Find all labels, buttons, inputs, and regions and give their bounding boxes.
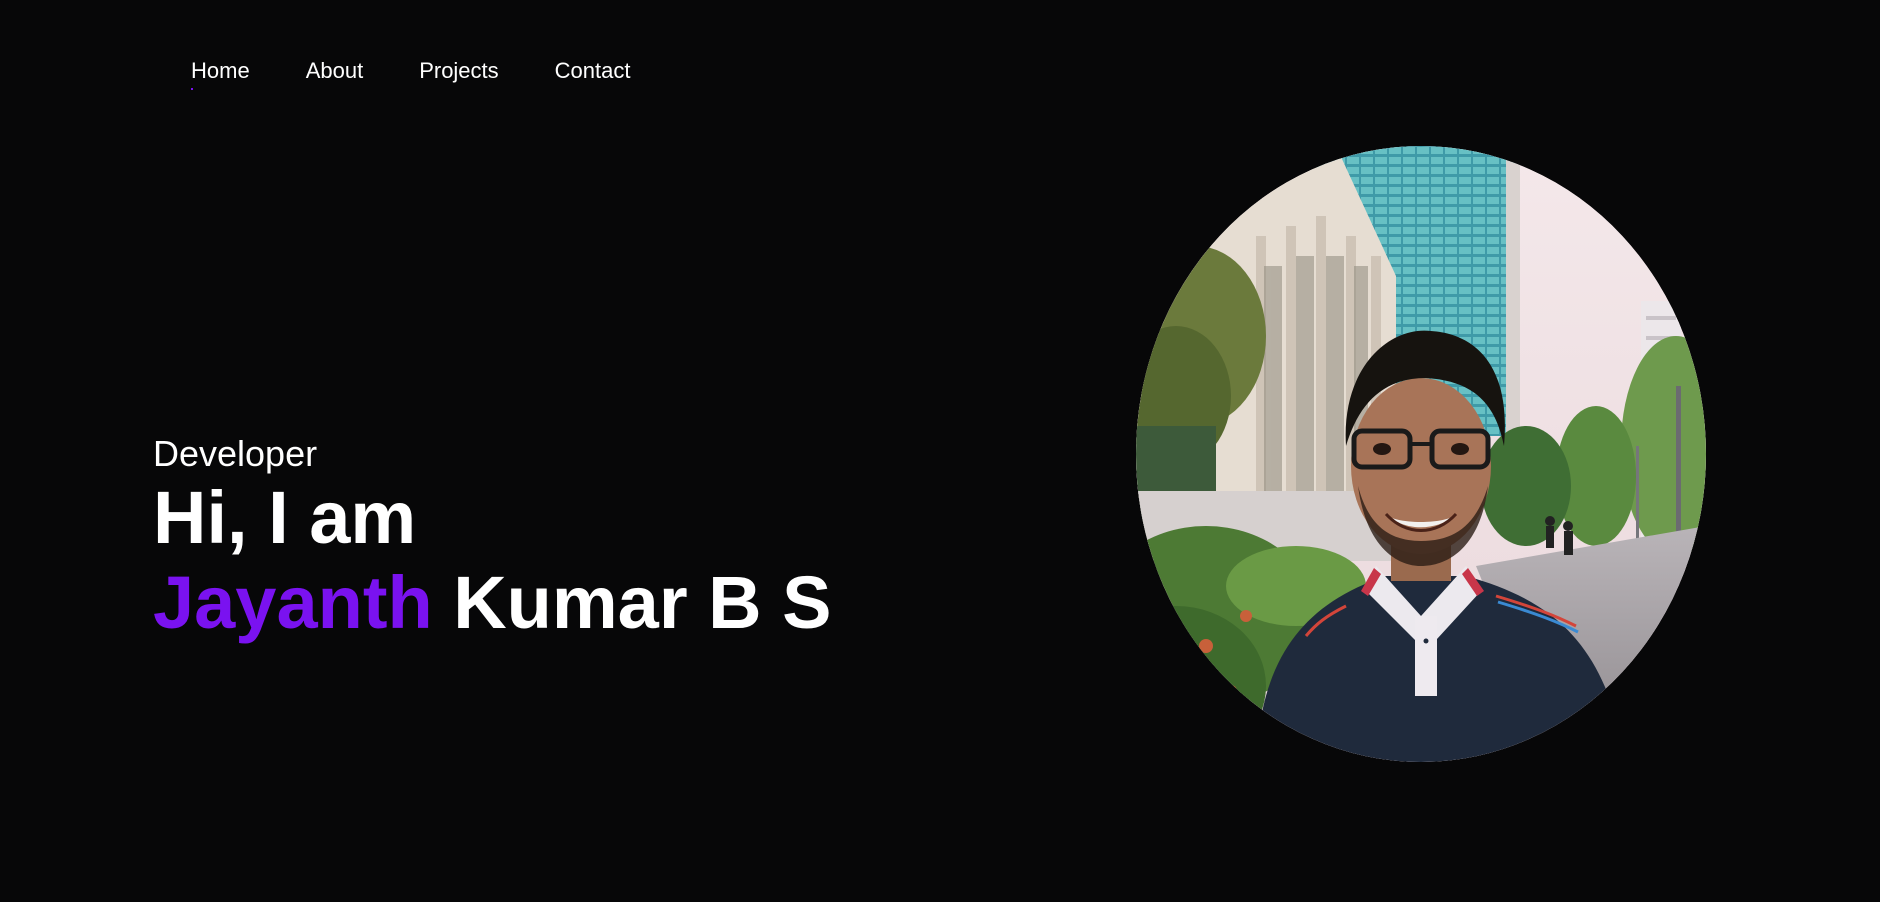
profile-photo [1136,146,1706,762]
last-name: Kumar B S [432,561,832,644]
first-name: Jayanth [153,561,433,644]
nav-link-about[interactable]: About [306,56,364,86]
page: Home About Projects Contact Developer Hi… [0,0,1880,902]
greeting-heading: Hi, I am [153,476,417,559]
role-subtitle: Developer [153,433,318,474]
nav-link-projects[interactable]: Projects [419,56,498,86]
profile-photo-illustration [1136,146,1706,762]
nav-link-home[interactable]: Home [191,56,250,90]
main-nav: Home About Projects Contact [191,56,631,90]
hero-intro: Developer Hi, I am Jayanth Kumar B S [153,432,832,646]
name-heading: Jayanth Kumar B S [153,560,832,646]
nav-link-contact[interactable]: Contact [555,56,631,86]
